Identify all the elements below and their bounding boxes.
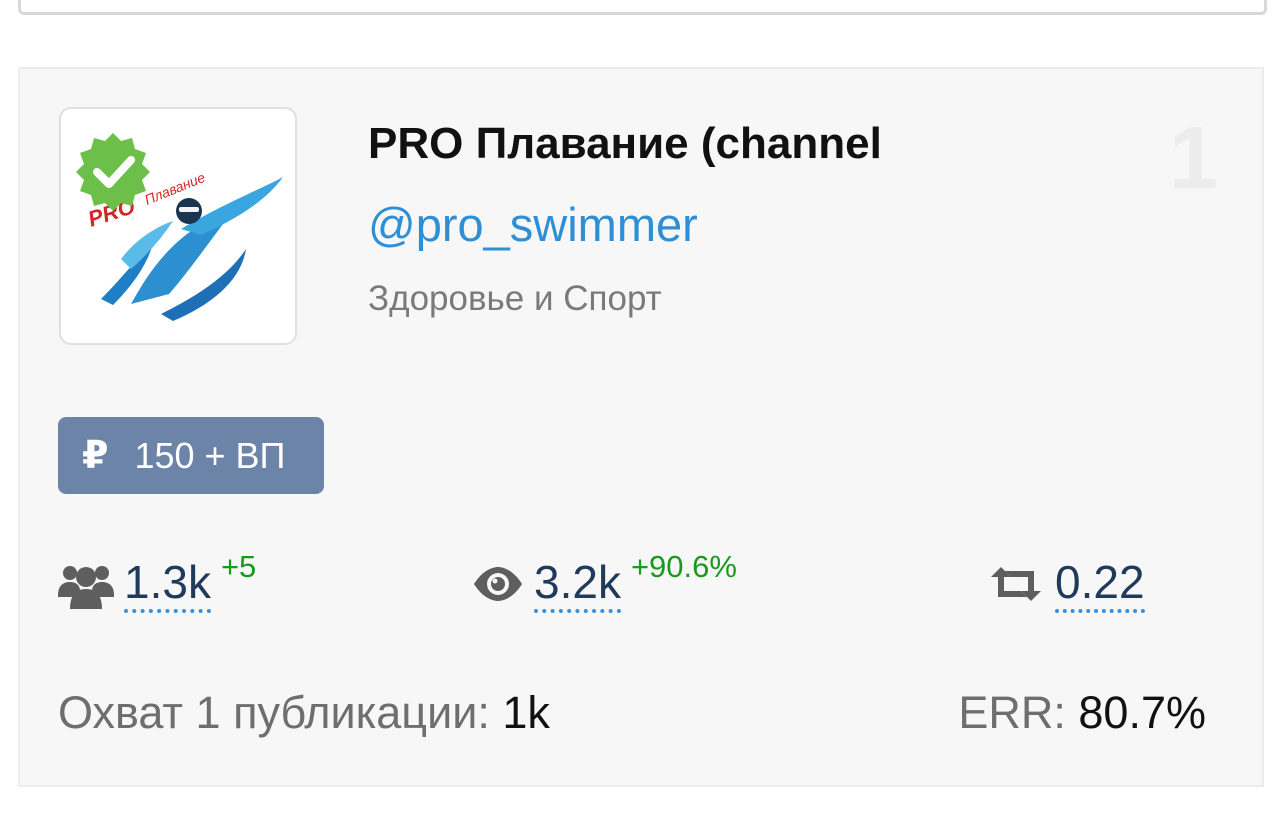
- views-stat: 3.2k +90.6%: [472, 549, 737, 627]
- users-icon: [58, 561, 114, 616]
- rank-number: 1: [1169, 108, 1218, 207]
- channel-handle-link[interactable]: @pro_swimmer: [368, 197, 698, 252]
- previous-card-edge: [18, 0, 1267, 15]
- reach-per-post: Охват 1 публикации: 1k: [58, 687, 550, 739]
- reposts-stat: 0.22: [987, 557, 1145, 627]
- reach-value: 1k: [502, 687, 550, 738]
- channel-title[interactable]: PRO Плавание (channel: [368, 119, 882, 169]
- subscribers-value[interactable]: 1.3k: [124, 557, 211, 613]
- channel-card[interactable]: PRO Плавание PRO Плавание (channel @pro_…: [18, 67, 1264, 787]
- subscribers-delta: +5: [220, 549, 257, 584]
- verified-badge-icon: [76, 133, 150, 211]
- ruble-icon: ₽: [82, 435, 109, 477]
- price-badge[interactable]: ₽ 150 + ВП: [58, 417, 324, 494]
- subscribers-stat: 1.3k +5: [58, 549, 256, 627]
- views-value[interactable]: 3.2k: [534, 557, 621, 613]
- err-label: ERR:: [958, 687, 1066, 738]
- reach-label: Охват 1 публикации:: [58, 687, 490, 738]
- retweet-icon: [987, 561, 1045, 612]
- eye-icon: [472, 561, 524, 612]
- err-metric: ERR: 80.7%: [958, 687, 1206, 739]
- swimmer-logo-icon: PRO Плавание: [76, 133, 283, 321]
- err-value: 80.7%: [1078, 687, 1206, 738]
- channel-category[interactable]: Здоровье и Спорт: [368, 279, 662, 319]
- price-label: 150 + ВП: [134, 434, 286, 476]
- reposts-value[interactable]: 0.22: [1055, 557, 1145, 613]
- views-delta: +90.6%: [630, 549, 737, 584]
- channel-avatar[interactable]: PRO Плавание: [59, 107, 297, 345]
